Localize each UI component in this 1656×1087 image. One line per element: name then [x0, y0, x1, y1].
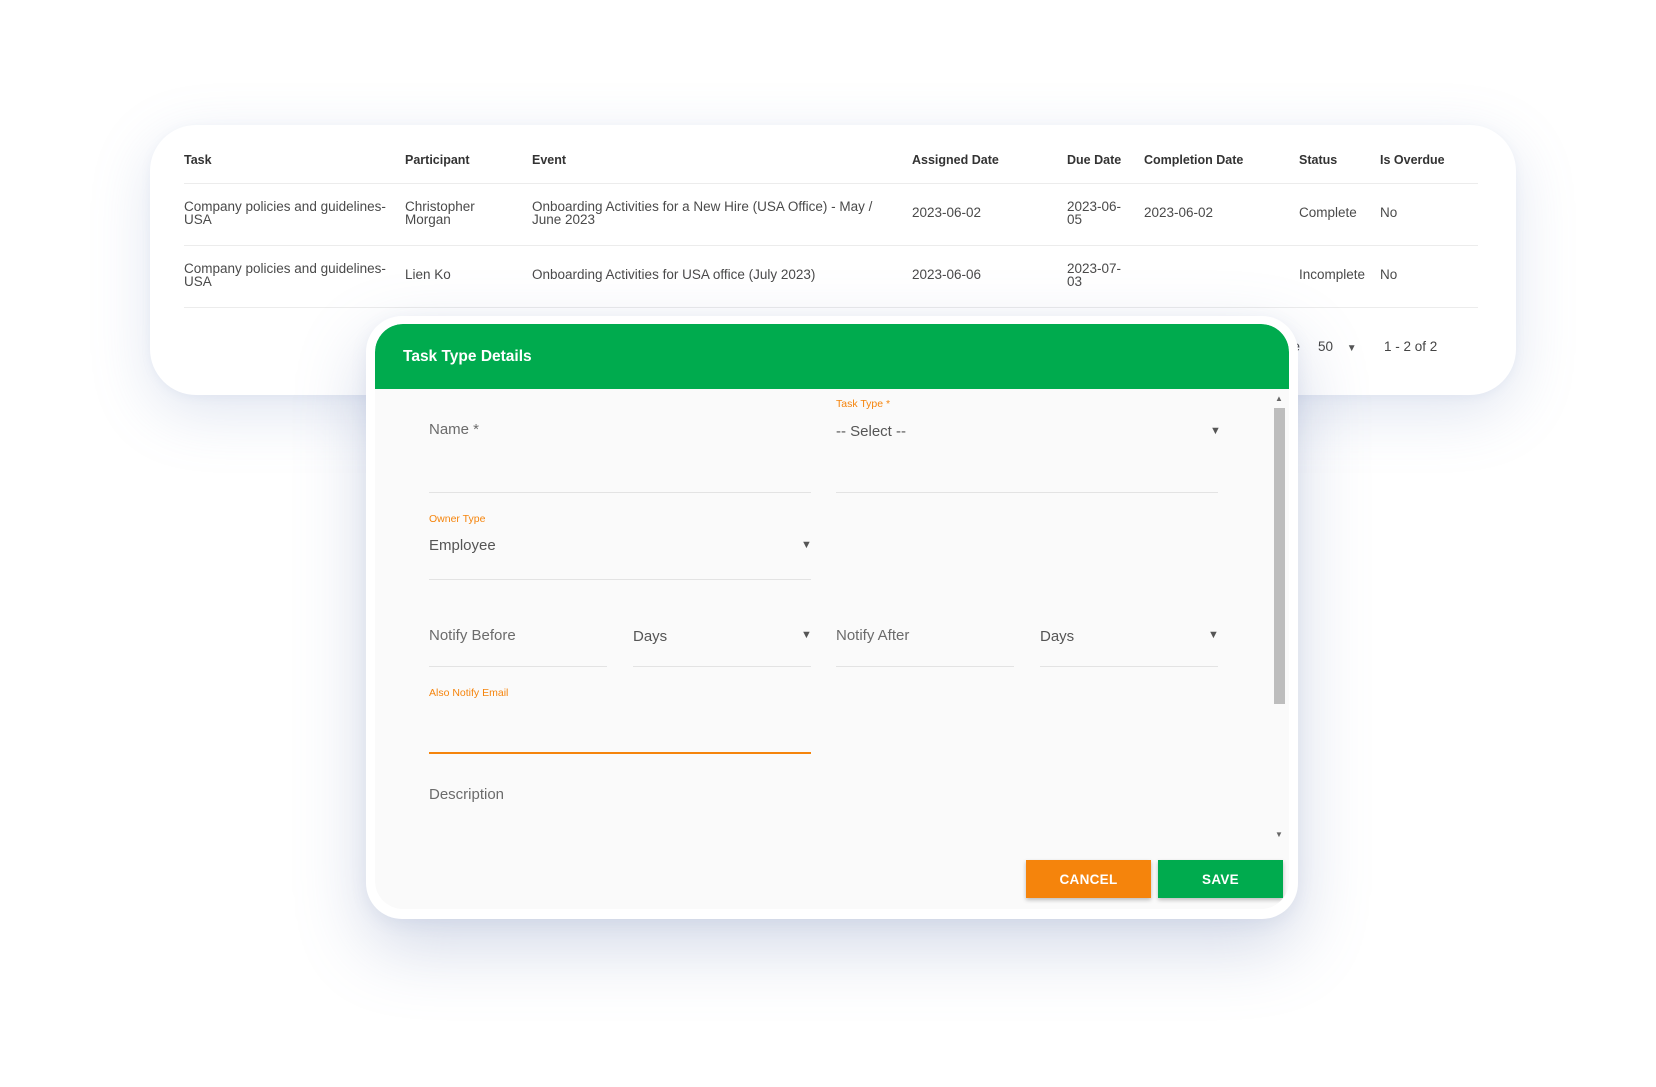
cell-event: Onboarding Activities for USA office (Ju… — [532, 267, 816, 282]
header-participant[interactable]: Participant — [405, 154, 525, 167]
cell-status: Incomplete — [1299, 267, 1366, 282]
cell-task: Company policies and guidelines- USA — [184, 261, 386, 289]
cancel-button[interactable]: CANCEL — [1026, 860, 1151, 898]
description-placeholder: Description — [429, 786, 505, 803]
dialog-header: Task Type Details — [375, 324, 1289, 389]
notify-after-placeholder: Notify After — [836, 627, 910, 644]
cell-event: Onboarding Activities for a New Hire (US… — [532, 199, 873, 227]
notify-before-placeholder: Notify Before — [429, 627, 516, 644]
caret-down-icon: ▼ — [1208, 629, 1219, 641]
cell-participant: Lien Ko — [405, 267, 451, 282]
notify-before-input[interactable]: Notify Before — [429, 579, 607, 667]
caret-down-icon: ▼ — [801, 629, 812, 641]
cell-due-date: 2023-07- 03 — [1067, 261, 1122, 289]
task-type-select[interactable]: Task Type * -- Select -- ▼ — [836, 389, 1221, 493]
header-task[interactable]: Task — [184, 154, 394, 167]
notify-before-unit-select[interactable]: Days ▼ — [633, 579, 812, 667]
notify-after-input[interactable]: Notify After — [836, 579, 1014, 667]
table-row[interactable]: Company policies and guidelines- USA Chri… — [184, 184, 1478, 246]
cell-due-date: 2023-06- 05 — [1067, 199, 1122, 227]
caret-down-icon: ▼ — [801, 539, 812, 551]
cell-completion-date: 2023-06-02 — [1144, 205, 1214, 220]
name-placeholder: Name * — [429, 421, 480, 438]
scroll-down-arrow-icon[interactable]: ▼ — [1271, 828, 1287, 842]
cell-status: Complete — [1299, 205, 1357, 220]
notify-after-unit-select[interactable]: Days ▼ — [1040, 579, 1219, 667]
scrollbar-thumb[interactable] — [1274, 408, 1285, 704]
header-completion-date[interactable]: Completion Date — [1144, 154, 1284, 167]
save-button[interactable]: SAVE — [1158, 860, 1283, 898]
also-notify-email-field[interactable]: Also Notify Email — [429, 666, 811, 754]
page-size-select[interactable]: 50 ▼ — [1318, 339, 1357, 354]
task-type-details-dialog: Task Type Details Name * Task Type * -- … — [375, 324, 1289, 909]
header-is-overdue[interactable]: Is Overdue — [1380, 154, 1460, 167]
header-due-date[interactable]: Due Date — [1067, 154, 1131, 167]
table-header: Task Participant Event Assigned Date Due… — [184, 142, 1478, 184]
name-field[interactable]: Name * — [429, 389, 811, 493]
page-size-value: 50 — [1318, 339, 1334, 354]
cell-assigned-date: 2023-06-06 — [912, 267, 982, 282]
owner-type-select[interactable]: Owner Type Employee ▼ — [429, 492, 812, 580]
header-event[interactable]: Event — [532, 154, 892, 167]
caret-down-icon: ▼ — [1210, 425, 1221, 437]
dialog-scrollbar[interactable]: ▲ ▼ — [1271, 392, 1287, 842]
caret-down-icon: ▼ — [1346, 343, 1357, 354]
scroll-up-arrow-icon[interactable]: ▲ — [1271, 392, 1287, 406]
task-type-value: -- Select -- — [836, 423, 907, 440]
notify-before-unit-value: Days — [633, 628, 668, 645]
cell-assigned-date: 2023-06-02 — [912, 205, 982, 220]
cell-is-overdue: No — [1380, 267, 1398, 282]
header-status[interactable]: Status — [1299, 154, 1379, 167]
pagination-range: 1 - 2 of 2 — [1384, 339, 1438, 354]
cell-participant: Christopher Morgan — [405, 199, 475, 227]
task-table: Task Participant Event Assigned Date Due… — [184, 142, 1478, 308]
owner-type-value: Employee — [429, 537, 496, 554]
table-row[interactable]: Company policies and guidelines- USA Lien… — [184, 246, 1478, 308]
owner-type-label: Owner Type — [429, 513, 486, 525]
cell-task: Company policies and guidelines- USA — [184, 199, 386, 227]
notify-after-unit-value: Days — [1040, 628, 1075, 645]
header-assigned-date[interactable]: Assigned Date — [912, 154, 1052, 167]
description-textarea[interactable]: Description — [429, 752, 1218, 842]
cell-is-overdue: No — [1380, 205, 1398, 220]
also-notify-email-label: Also Notify Email — [429, 687, 509, 699]
task-type-label: Task Type * — [836, 398, 891, 410]
dialog-title: Task Type Details — [403, 348, 532, 365]
